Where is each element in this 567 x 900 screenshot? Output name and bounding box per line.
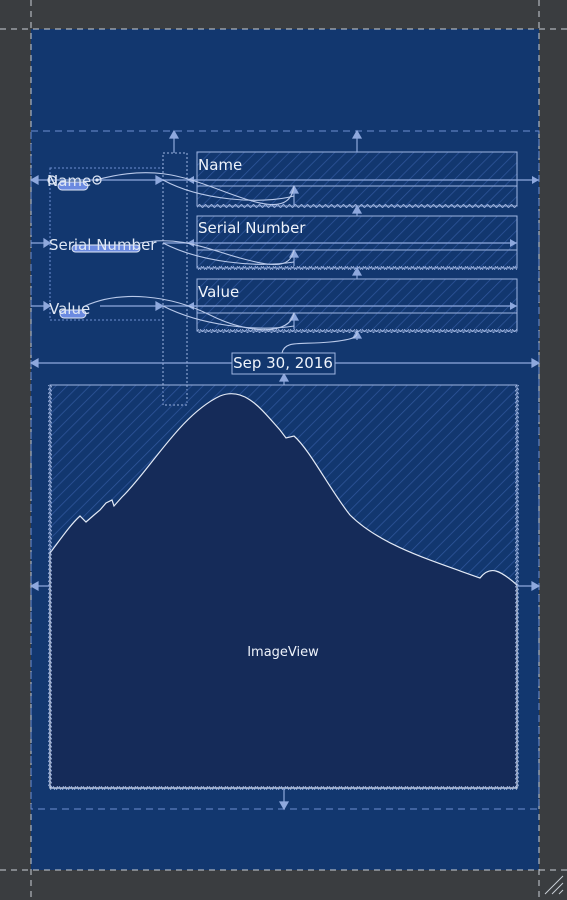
serial-number-text-field[interactable]: Serial Number — [198, 219, 305, 237]
resize-corner-icon[interactable] — [544, 875, 564, 895]
name-label[interactable]: Name — [47, 172, 99, 190]
image-view[interactable] — [50, 385, 517, 788]
date-label[interactable]: Sep 30, 2016 — [232, 353, 334, 373]
name-text-field[interactable]: Name — [198, 156, 242, 174]
value-text-field[interactable]: Value — [198, 283, 239, 301]
serial-number-label[interactable]: Serial Number — [49, 236, 161, 254]
storyboard-canvas: Name Serial Number Value Name Serial Num… — [0, 0, 567, 900]
value-label[interactable]: Value — [49, 300, 97, 318]
